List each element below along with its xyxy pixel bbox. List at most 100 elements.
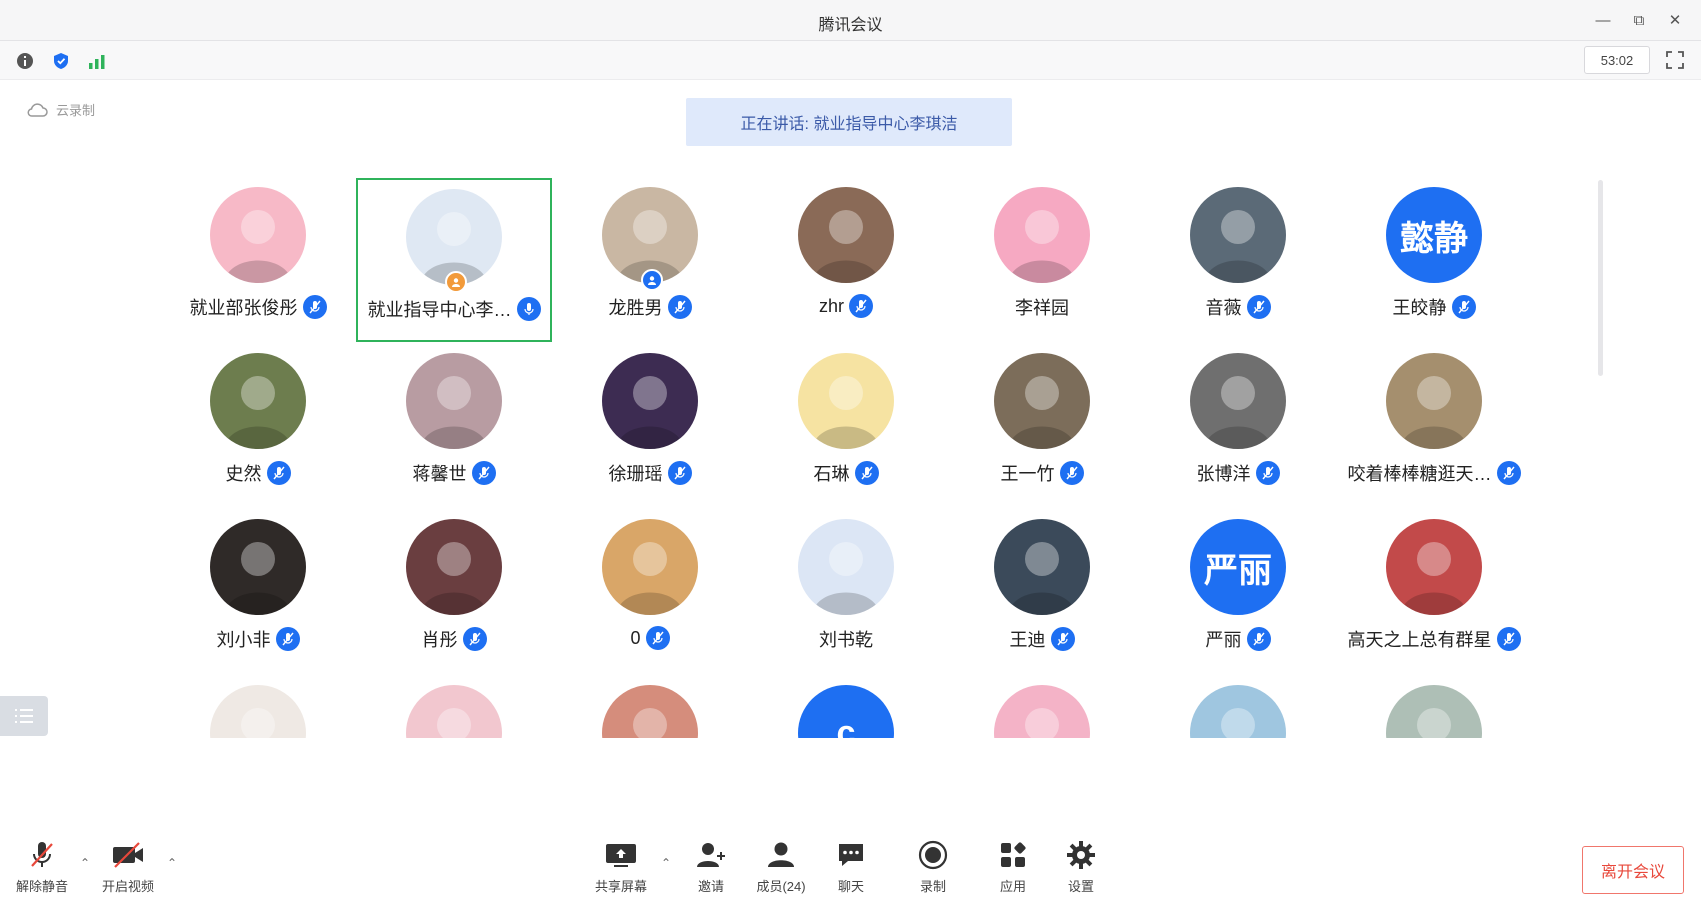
participant-tile[interactable] — [356, 676, 552, 738]
participant-name-row: 严丽 — [1140, 626, 1336, 652]
participant-name: 音薇 — [1205, 298, 1242, 318]
avatar — [210, 685, 306, 738]
participant-tile[interactable] — [552, 676, 748, 738]
security-shield-icon[interactable] — [50, 50, 72, 72]
mic-muted-icon — [1059, 461, 1084, 485]
participant-tile[interactable] — [160, 676, 356, 738]
participant-tile[interactable]: 就业指导中心李… — [356, 178, 552, 342]
avatar-text: c — [836, 713, 856, 739]
participant-tile[interactable]: 王迪 — [944, 510, 1140, 674]
participant-tile[interactable]: 严丽 严丽 — [1140, 510, 1336, 674]
participant-tile[interactable] — [1140, 676, 1336, 738]
participant-tile[interactable]: 张博洋 — [1140, 344, 1336, 508]
mic-muted-icon — [1496, 461, 1521, 485]
participant-name-row: 高天之上总有群星 — [1336, 626, 1532, 652]
share-options-chevron-icon[interactable]: ⌃ — [659, 856, 673, 870]
participant-tile[interactable]: 肖彤 — [356, 510, 552, 674]
participants-icon — [761, 838, 801, 872]
participant-tile[interactable]: 0 — [552, 510, 748, 674]
participant-name: 王一竹 — [1000, 464, 1055, 484]
participant-name-row: 刘书乾 — [748, 626, 944, 652]
participant-tile[interactable]: 李祥园 — [944, 178, 1140, 342]
mic-muted-icon — [471, 461, 496, 485]
participant-name: 严丽 — [1205, 630, 1242, 650]
participant-name: 石琳 — [813, 464, 850, 484]
participant-name: 史然 — [225, 464, 262, 484]
close-icon[interactable]: ✕ — [1663, 8, 1687, 32]
avatar — [994, 685, 1090, 738]
participant-tile[interactable] — [1336, 676, 1532, 738]
participants-button[interactable]: 成员(24) — [743, 838, 819, 900]
side-panel-toggle[interactable] — [0, 696, 48, 736]
invite-button[interactable]: 邀请 — [673, 838, 749, 900]
start-video-button[interactable]: 开启视频 — [90, 838, 166, 900]
participant-name-row: 徐珊瑶 — [552, 460, 748, 486]
fullscreen-icon[interactable] — [1663, 48, 1687, 72]
participant-name: 0 — [630, 627, 641, 648]
participant-name-row: 张博洋 — [1140, 460, 1336, 486]
minimize-icon[interactable]: — — [1591, 8, 1615, 32]
participant-name-row: 王迪 — [944, 626, 1140, 652]
avatar — [798, 353, 894, 449]
participant-name-row: 就业部张俊彤 — [160, 294, 356, 320]
video-options-chevron-icon[interactable]: ⌃ — [165, 856, 179, 870]
invite-label: 邀请 — [697, 879, 724, 894]
participant-tile[interactable]: 刘小非 — [160, 510, 356, 674]
avatar — [994, 519, 1090, 615]
participant-tile[interactable]: 王一竹 — [944, 344, 1140, 508]
unmute-label: 解除静音 — [15, 879, 68, 894]
participant-tile[interactable]: 咬着棒棒糖逛天… — [1336, 344, 1532, 508]
participant-tile[interactable]: 高天之上总有群星 — [1336, 510, 1532, 674]
participant-tile[interactable]: 徐珊瑶 — [552, 344, 748, 508]
participant-tile[interactable]: 音薇 — [1140, 178, 1336, 342]
participant-name-row: zhr — [748, 294, 944, 318]
avatar — [406, 519, 502, 615]
network-signal-icon[interactable] — [86, 50, 108, 72]
mic-muted-icon — [22, 838, 62, 872]
avatar-text: 严丽 — [1204, 551, 1272, 590]
avatar — [602, 519, 698, 615]
share-screen-button[interactable]: 共享屏幕 — [583, 838, 659, 900]
leave-meeting-button[interactable]: 离开会议 — [1582, 846, 1684, 894]
gear-icon — [1061, 838, 1101, 872]
mic-muted-icon — [645, 626, 670, 650]
host-badge-icon — [445, 271, 467, 293]
participant-tile[interactable]: 石琳 — [748, 344, 944, 508]
participant-name: 刘小非 — [216, 630, 271, 650]
participant-tile[interactable]: 龙胜男 — [552, 178, 748, 342]
avatar — [1386, 519, 1482, 615]
participants-label: 成员(24) — [756, 879, 806, 894]
participant-name: 蒋馨世 — [412, 464, 467, 484]
record-button[interactable]: 录制 — [895, 838, 971, 900]
chat-button[interactable]: 聊天 — [813, 838, 889, 900]
avatar — [1190, 187, 1286, 283]
participant-name-row: 咬着棒棒糖逛天… — [1336, 460, 1532, 486]
window-title: 腾讯会议 — [818, 17, 883, 34]
list-icon — [15, 709, 33, 723]
mic-muted-icon — [854, 461, 879, 485]
participant-name: 刘书乾 — [819, 630, 873, 650]
participant-tile[interactable]: 懿静 王皎静 — [1336, 178, 1532, 342]
meeting-info-icon[interactable] — [14, 50, 36, 72]
mic-muted-icon — [266, 461, 291, 485]
restore-icon[interactable]: ⧉ — [1627, 8, 1651, 32]
avatar — [210, 519, 306, 615]
avatar: 严丽 — [1190, 519, 1286, 615]
avatar — [406, 353, 502, 449]
participant-name: 肖彤 — [421, 630, 458, 650]
apps-button[interactable]: 应用 — [975, 838, 1051, 900]
apps-label: 应用 — [999, 879, 1026, 894]
participant-tile[interactable]: c — [748, 676, 944, 738]
participant-tile[interactable]: 刘书乾 — [748, 510, 944, 674]
grid-scrollbar[interactable] — [1598, 180, 1603, 376]
participant-name: 王迪 — [1009, 630, 1046, 650]
unmute-button[interactable]: 解除静音 — [4, 838, 80, 900]
mic-muted-icon — [849, 294, 873, 318]
participant-tile[interactable]: zhr — [748, 178, 944, 342]
participant-tile[interactable]: 蒋馨世 — [356, 344, 552, 508]
cloud-record-indicator[interactable]: 云录制 — [26, 100, 95, 119]
participant-tile[interactable]: 史然 — [160, 344, 356, 508]
participant-tile[interactable]: 就业部张俊彤 — [160, 178, 356, 342]
participant-tile[interactable] — [944, 676, 1140, 738]
settings-button[interactable]: 设置 — [1043, 838, 1119, 900]
